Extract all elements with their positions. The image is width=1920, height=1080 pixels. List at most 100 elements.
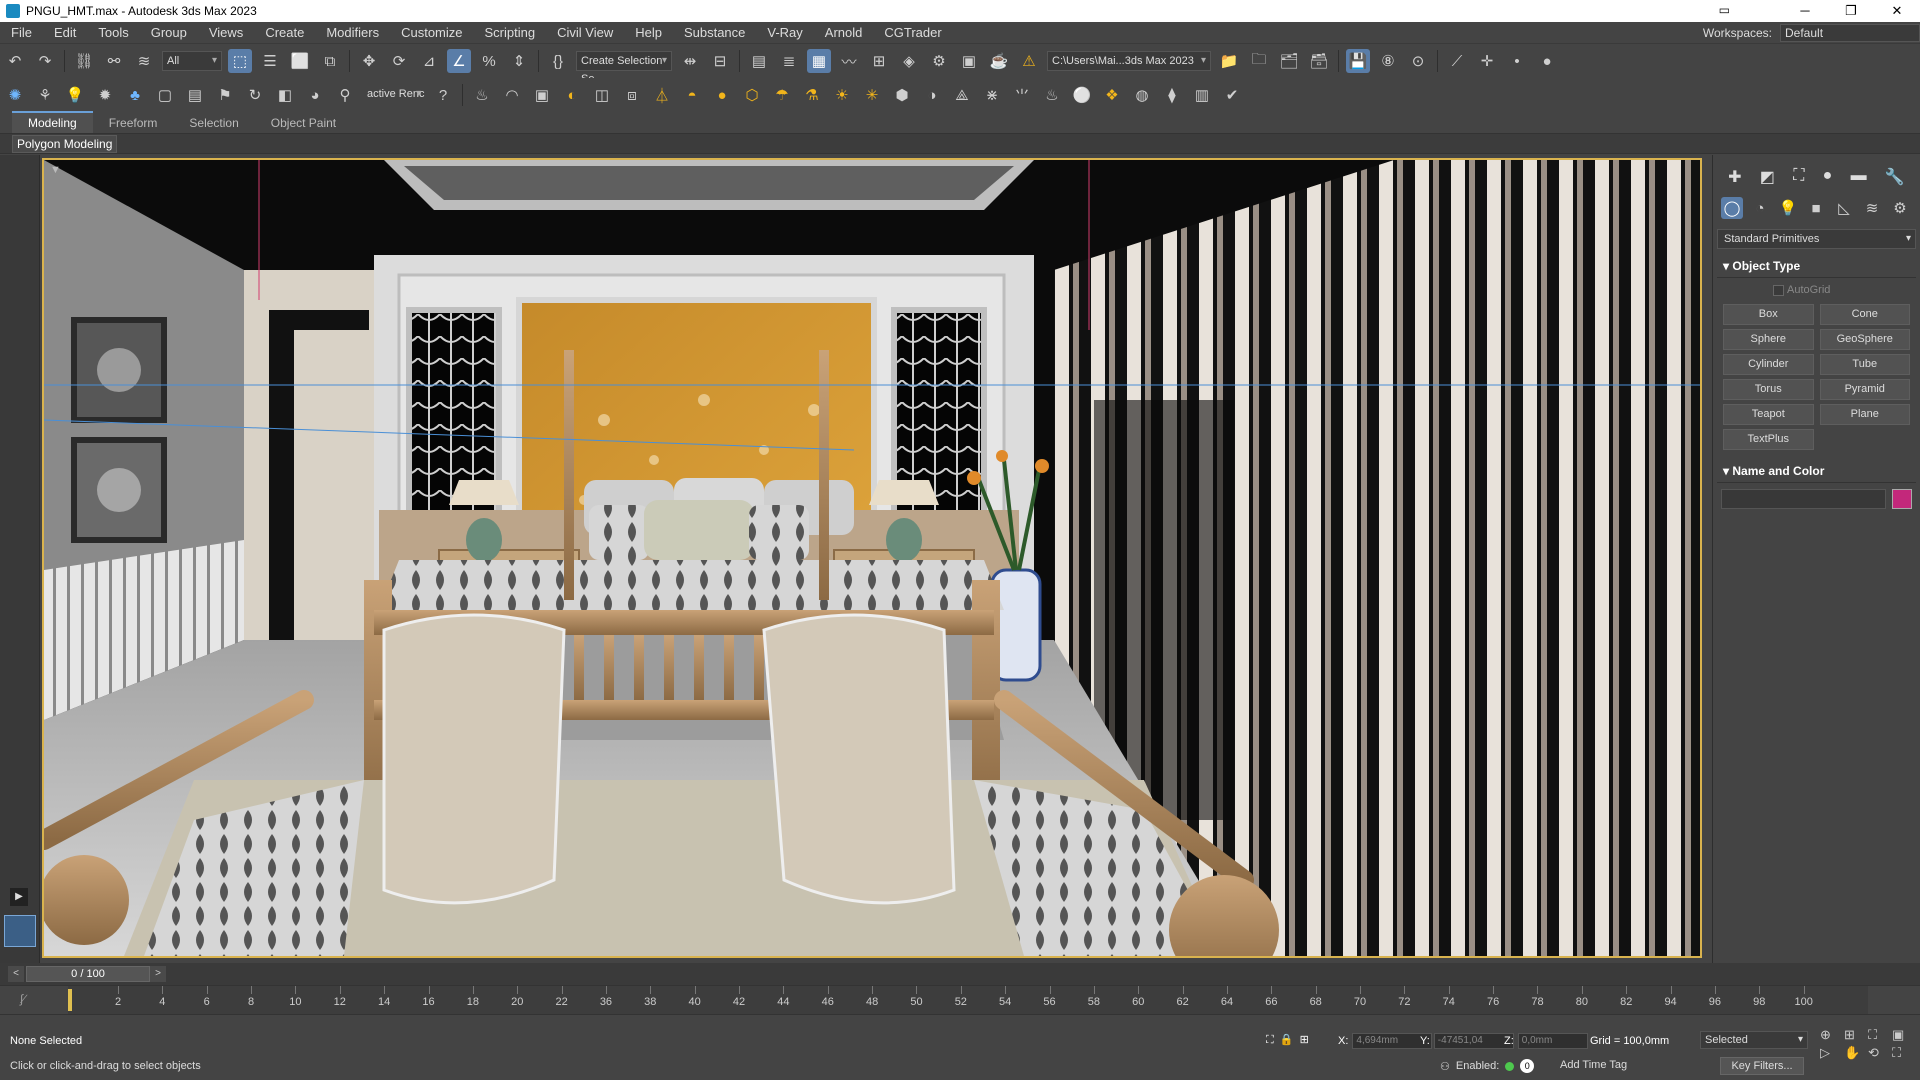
project-folder-icon[interactable]: 📁 [1217,49,1241,73]
menu-cgtrader[interactable]: CGTrader [873,22,952,44]
menu-substance[interactable]: Substance [673,22,756,44]
unlink-icon[interactable]: ⚯ [102,49,126,73]
y-coord-field[interactable]: -47451,04 [1433,1033,1514,1049]
bulb-icon[interactable]: ⚲ [333,83,357,107]
proxy-icon[interactable]: ⬢ [890,83,914,107]
menu-group[interactable]: Group [140,22,198,44]
motion-tab-icon[interactable]: ● [1823,167,1833,187]
zoom-all-icon[interactable]: ⊞ [1844,1027,1866,1043]
curve-editor-toggle-icon[interactable]: ∫∕ [20,992,25,1006]
bind-space-warp-icon[interactable]: ≋ [132,49,156,73]
enabled-indicator[interactable] [1505,1061,1515,1071]
archive-icon[interactable]: 🗃 [1307,49,1331,73]
light-lister-icon[interactable]: 💡 [63,83,87,107]
polygon-modeling-panel[interactable]: Polygon Modeling [12,135,118,153]
tab-freeform[interactable]: Freeform [93,113,174,133]
scene-states-icon[interactable]: ⚘ [33,83,57,107]
box-button[interactable]: Box [1723,304,1814,325]
link-icon[interactable]: ⛓ [72,49,96,73]
dome-icon[interactable]: ◠ [500,83,524,107]
active-render-dropdown[interactable]: active Renc [363,85,425,105]
viewport-filter-icon[interactable]: ▼ [50,164,61,176]
systems-icon[interactable]: ⚙ [1889,197,1911,219]
menu-file[interactable]: File [0,22,43,44]
rendered-frame-icon[interactable]: ▣ [957,49,981,73]
menu-customize[interactable]: Customize [390,22,473,44]
geometry-icon[interactable]: ◯ [1721,197,1743,219]
physical-camera-icon[interactable]: ⧈ [620,83,644,107]
cone-button[interactable]: Cone [1819,304,1910,325]
orbit-icon[interactable]: ⟲ [1868,1045,1890,1061]
material-sphere-icon[interactable]: ⚪ [1070,83,1094,107]
space-warps-icon[interactable]: ≋ [1861,197,1883,219]
enabled-count[interactable]: 0 [1520,1059,1535,1073]
torus-button[interactable]: Torus [1723,379,1814,400]
window-crossing-icon[interactable]: ⧉ [318,49,342,73]
pan-icon[interactable]: ✋ [1844,1045,1866,1061]
geo-light-icon[interactable]: ⬡ [740,83,764,107]
layer-explorer-icon[interactable]: ≣ [777,49,801,73]
sphere-icon[interactable]: ● [1535,49,1559,73]
viewport-layout-tab[interactable] [4,915,36,947]
umbrella-light-icon[interactable]: ☂ [770,83,794,107]
scene-explorer-icon[interactable]: ▤ [747,49,771,73]
rotate-icon[interactable]: ⟳ [387,49,411,73]
open-folder-icon[interactable]: 🗀 [1247,49,1271,73]
mesh-light-icon[interactable]: ⚗ [800,83,824,107]
select-object-icon[interactable]: ⬚ [228,49,252,73]
pin-stack-icon[interactable]: ⟋ [1445,49,1469,73]
angle-snap-icon[interactable]: ∠ [447,49,471,73]
zoom-extents-icon[interactable]: ⛶ [1868,1027,1890,1043]
named-selection-dropdown[interactable]: Create Selection Se [576,51,672,85]
textplus-button[interactable]: TextPlus [1723,429,1814,450]
schematic-view-icon[interactable]: ⊞ [867,49,891,73]
ambient-light-icon[interactable]: ● [710,83,734,107]
close-button[interactable]: ✕ [1874,0,1920,22]
converter-icon[interactable]: ⧫ [1160,83,1184,107]
menu-tools[interactable]: Tools [87,22,139,44]
menu-vray[interactable]: V-Ray [756,22,813,44]
display-tab-icon[interactable]: ▬ [1851,167,1867,187]
tab-selection[interactable]: Selection [173,113,254,133]
frame-buffer-icon[interactable]: ▢ [153,83,177,107]
save-icon[interactable]: 💾 [1346,49,1370,73]
align-icon[interactable]: ⊟ [708,49,732,73]
autogrid-checkbox[interactable]: AutoGrid [1717,278,1916,300]
z-coord-field[interactable]: 0,0mm [1517,1033,1588,1049]
redo-icon[interactable]: ↷ [33,49,57,73]
warning-icon[interactable]: ⚠ [1017,49,1041,73]
menu-civil-view[interactable]: Civil View [546,22,624,44]
help-icon[interactable]: ? [431,83,455,107]
preview-icon[interactable]: ◧ [273,83,297,107]
menu-views[interactable]: Views [198,22,254,44]
sun-light-icon[interactable]: ☀ [830,83,854,107]
ies-light-icon[interactable]: ◓ [680,83,704,107]
layout-icon[interactable]: ▭ [1719,3,1730,17]
snap-icon[interactable]: ✛ [1475,49,1499,73]
name-color-header[interactable]: Name and Color [1717,460,1916,483]
geosphere-button[interactable]: GeoSphere [1819,329,1910,350]
key-filters-button[interactable]: Key Filters... [1720,1057,1804,1075]
shapes-icon[interactable]: ◔ [1749,197,1771,219]
zoom-extents-all-icon[interactable]: ▣ [1892,1027,1914,1043]
snap-toggle-icon[interactable]: ⊿ [417,49,441,73]
minimize-button[interactable]: ─ [1782,0,1828,22]
render-setup-icon[interactable]: ⚙ [927,49,951,73]
menu-modifiers[interactable]: Modifiers [315,22,390,44]
asset-tracker-icon[interactable]: ▤ [183,83,207,107]
lights-icon[interactable]: 💡 [1777,197,1799,219]
grass-icon[interactable]: ⺌ [1010,83,1034,107]
sun-icon[interactable]: ✹ [93,83,117,107]
prev-frame-icon[interactable]: < [8,966,24,982]
next-frame-icon[interactable]: > [150,966,166,982]
tree-icon[interactable]: ♣ [123,83,147,107]
tab-modeling[interactable]: Modeling [12,111,93,133]
time-tag-icon[interactable]: ⚇ [1440,1060,1450,1073]
material-editor-icon[interactable]: ◈ [897,49,921,73]
add-time-tag-button[interactable]: Add Time Tag [1560,1059,1627,1071]
refresh-icon[interactable]: ↻ [243,83,267,107]
selected-dropdown[interactable]: Selected [1700,1031,1808,1049]
track-bar[interactable]: ∫∕ 2 4 6 8 10 12 14 16 18 20 22 36 38 40 42 44 46 48 50 52 5… [0,985,1920,1015]
burst-light-icon[interactable]: ✳ [860,83,884,107]
teapot-icon[interactable]: ♨ [470,83,494,107]
